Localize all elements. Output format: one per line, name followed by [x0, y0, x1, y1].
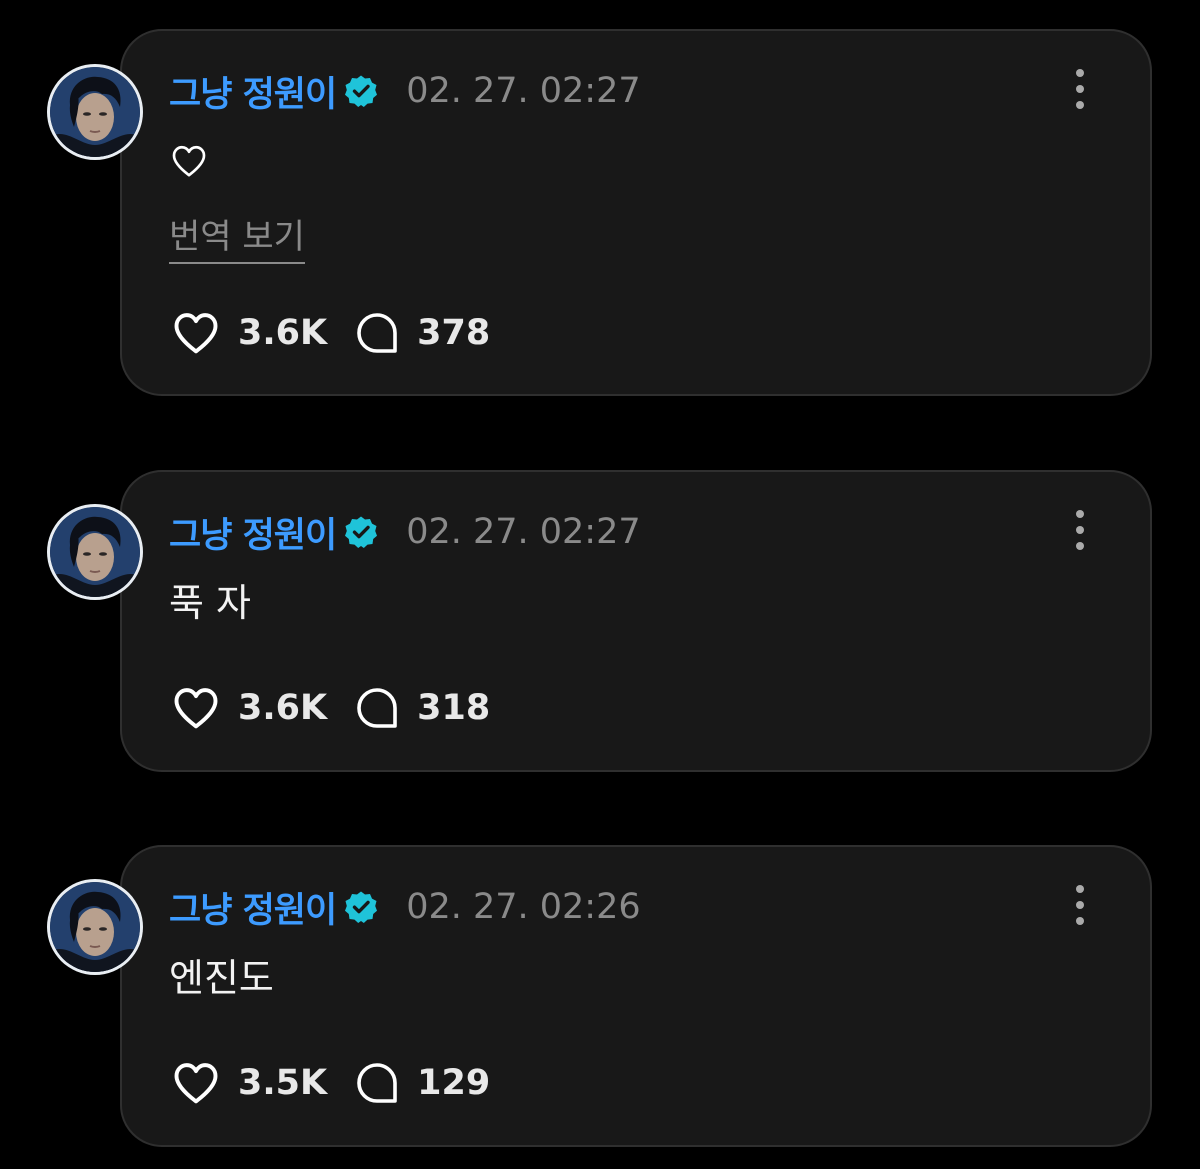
verified-badge-icon [344, 515, 378, 549]
reply-button[interactable]: 129 [353, 1059, 490, 1107]
like-count: 3.6K [238, 688, 328, 728]
like-count: 3.5K [238, 1063, 328, 1103]
avatar[interactable] [47, 64, 143, 160]
heart-icon [170, 1057, 222, 1109]
profile-photo [50, 882, 140, 972]
verified-badge-icon [344, 890, 378, 924]
translate-link[interactable]: 번역 보기 [169, 209, 305, 264]
reply-count: 378 [417, 313, 491, 353]
profile-photo [50, 67, 140, 157]
reply-icon [353, 1059, 401, 1107]
reply-icon [353, 684, 401, 732]
post-text: 엔진도 [169, 956, 274, 1000]
post-text [169, 141, 209, 181]
timestamp: 02. 27. 02:27 [406, 71, 641, 111]
heart-icon [170, 307, 222, 359]
post-actions: 3.5K 129 [170, 1057, 490, 1109]
like-count: 3.6K [238, 313, 328, 353]
profile-photo [50, 507, 140, 597]
heart-outline-icon [172, 145, 206, 177]
post-text: 푹 자 [169, 581, 251, 625]
post-card[interactable]: 그냥 정원이 02. 27. 02:26 엔진도 3.5K 129 [120, 845, 1152, 1147]
timestamp: 02. 27. 02:26 [406, 887, 641, 927]
reply-icon [353, 309, 401, 357]
post-header: 그냥 정원이 02. 27. 02:27 [169, 508, 641, 556]
avatar[interactable] [47, 879, 143, 975]
post-header: 그냥 정원이 02. 27. 02:26 [169, 883, 641, 931]
post-card[interactable]: 그냥 정원이 02. 27. 02:27 푹 자 3.6K 318 [120, 470, 1152, 772]
reply-count: 129 [417, 1063, 491, 1103]
post-card[interactable]: 그냥 정원이 02. 27. 02:27 번역 보기 3.6K 378 [120, 29, 1152, 396]
reply-button[interactable]: 378 [353, 309, 490, 357]
more-options-button[interactable] [1072, 510, 1088, 550]
post-actions: 3.6K 378 [170, 307, 490, 359]
more-options-button[interactable] [1072, 885, 1088, 925]
like-button[interactable]: 3.5K [170, 1057, 327, 1109]
username[interactable]: 그냥 정원이 [169, 507, 337, 558]
reply-button[interactable]: 318 [353, 684, 490, 732]
timestamp: 02. 27. 02:27 [406, 512, 641, 552]
heart-icon [170, 682, 222, 734]
more-options-button[interactable] [1072, 69, 1088, 109]
reply-count: 318 [417, 688, 491, 728]
post-header: 그냥 정원이 02. 27. 02:27 [169, 67, 641, 115]
username[interactable]: 그냥 정원이 [169, 66, 337, 117]
like-button[interactable]: 3.6K [170, 682, 327, 734]
post-actions: 3.6K 318 [170, 682, 490, 734]
avatar[interactable] [47, 504, 143, 600]
verified-badge-icon [344, 74, 378, 108]
username[interactable]: 그냥 정원이 [169, 882, 337, 933]
like-button[interactable]: 3.6K [170, 307, 327, 359]
